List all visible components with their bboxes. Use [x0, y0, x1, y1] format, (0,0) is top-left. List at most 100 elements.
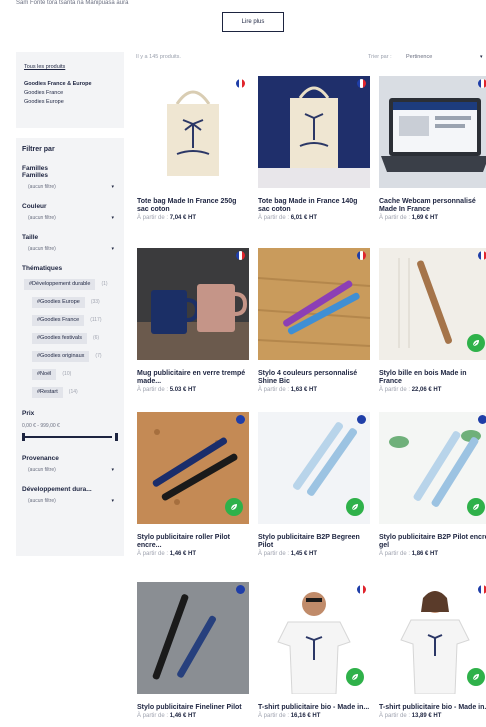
chevron-down-icon[interactable]: ▾ — [480, 54, 483, 60]
product-name[interactable]: Stylo bille en bois Made in France — [379, 370, 486, 386]
tag-goodies-france[interactable]: #Goodies France — [32, 314, 85, 326]
chevron-down-icon: ▾ — [111, 498, 114, 504]
product-name[interactable]: Stylo publicitaire B2P Pilot encre gel — [379, 534, 486, 550]
sort-select[interactable]: Pertinence — [406, 54, 432, 60]
chevron-down-icon: ▾ — [111, 184, 114, 190]
tag-developpement-durable[interactable]: #Développement durable — [24, 278, 96, 290]
price-value: 22,06 € HT — [411, 387, 442, 393]
product-price: À partir de : 1,45 € HT — [258, 551, 370, 557]
france-flag-icon — [236, 251, 245, 260]
product-price: À partir de : 1,86 € HT — [379, 551, 486, 557]
product-price: À partir de : 13,89 € HT — [379, 713, 486, 719]
familles-label: Familles Familles — [22, 165, 49, 179]
developpement-select[interactable]: (aucun filtre) ▾ — [28, 498, 116, 508]
product-name[interactable]: Stylo publicitaire B2P Begreen Pilot — [258, 534, 370, 550]
price-prefix: À partir de : — [379, 713, 411, 719]
product-image[interactable] — [137, 76, 249, 188]
familles-select[interactable]: (aucun filtre) ▾ — [28, 184, 116, 194]
product-image[interactable] — [258, 248, 370, 360]
product-card[interactable]: Stylo bille en bois Made in France À part… — [379, 248, 486, 393]
product-name[interactable]: Stylo 4 couleurs personnalisé Shine Bic — [258, 370, 370, 386]
tag-noel[interactable]: #Noël — [32, 368, 57, 380]
thematiques-label: Thématiques — [22, 265, 63, 272]
product-name[interactable]: T-shirt publicitaire bio - Made in... — [379, 704, 486, 712]
tag-goodies-originaux[interactable]: #Goodies originaux — [32, 350, 90, 362]
price-slider[interactable] — [22, 433, 118, 441]
provenance-label: Provenance — [22, 455, 59, 462]
price-value: 1,46 € HT — [169, 551, 197, 557]
product-image[interactable] — [379, 76, 486, 188]
product-card[interactable]: T-shirt publicitaire bio - Made in... À p… — [258, 582, 370, 719]
price-value: 1,86 € HT — [411, 551, 439, 557]
tag-restart[interactable]: #Restart — [32, 386, 63, 398]
product-price: À partir de : 5.03 € HT — [137, 387, 249, 393]
product-image[interactable] — [379, 412, 486, 524]
product-image[interactable] — [379, 248, 486, 360]
category-all-link[interactable]: Tous les produits — [24, 64, 116, 70]
price-prefix: À partir de : — [137, 551, 169, 557]
product-card[interactable]: Stylo publicitaire B2P Begreen Pilot À pa… — [258, 412, 370, 557]
read-more-button[interactable]: Lire plus — [222, 12, 284, 32]
couleur-select[interactable]: (aucun filtre) ▾ — [28, 215, 116, 225]
price-prefix: À partir de : — [137, 713, 169, 719]
price-slider-min-handle[interactable] — [22, 433, 25, 441]
tag-count: (10) — [62, 371, 72, 377]
product-image[interactable] — [258, 412, 370, 524]
product-card[interactable]: Stylo publicitaire roller Pilot encre...… — [137, 412, 249, 557]
product-image[interactable] — [379, 582, 486, 694]
filter-panel: Filtrer par Familles Familles (aucun fil… — [16, 138, 124, 556]
chevron-down-icon: ▾ — [111, 246, 114, 252]
product-image[interactable] — [258, 76, 370, 188]
price-prefix: À partir de : — [258, 713, 290, 719]
product-name[interactable]: Stylo publicitaire roller Pilot encre... — [137, 534, 249, 550]
price-slider-max-handle[interactable] — [115, 433, 118, 441]
product-count: Il y a 145 produits. — [136, 54, 181, 60]
product-image[interactable] — [137, 248, 249, 360]
provenance-select[interactable]: (aucun filtre) ▾ — [28, 467, 116, 477]
price-prefix: À partir de : — [258, 215, 290, 221]
tag-goodies-festivals[interactable]: #Goodies festivals — [32, 332, 87, 344]
tag-count: (1) — [101, 281, 108, 287]
brand-badge-icon — [236, 415, 245, 424]
category-goodies-europe[interactable]: Goodies Europe — [24, 98, 116, 107]
brand-badge-icon — [478, 415, 486, 424]
eco-leaf-icon — [467, 498, 485, 516]
category-goodies-france-europe[interactable]: Goodies France & Europe — [24, 80, 116, 89]
product-price: À partir de : 1,69 € HT — [379, 215, 486, 221]
product-name[interactable]: Stylo publicitaire Fineliner Pilot — [137, 704, 249, 712]
product-name[interactable]: T-shirt publicitaire bio - Made in... — [258, 704, 370, 712]
product-image[interactable] — [258, 582, 370, 694]
chevron-down-icon: ▾ — [111, 467, 114, 473]
product-name[interactable]: Cache Webcam personnalisé Made In France — [379, 198, 486, 214]
product-card[interactable]: Cache Webcam personnalisé Made In France… — [379, 76, 486, 221]
product-card[interactable]: Mug publicitaire en verre trempé made...… — [137, 248, 249, 393]
product-image[interactable] — [137, 582, 249, 694]
price-prefix: À partir de : — [258, 551, 290, 557]
product-card[interactable]: Stylo publicitaire B2P Pilot encre gel À … — [379, 412, 486, 557]
product-price: À partir de : 7,04 € HT — [137, 215, 249, 221]
product-card[interactable]: Stylo publicitaire Fineliner Pilot À part… — [137, 582, 249, 719]
price-value: 1,45 € HT — [290, 551, 318, 557]
brand-badge-icon — [236, 585, 245, 594]
product-card[interactable]: Tote bag Made In France 250g sac coton À … — [137, 76, 249, 221]
france-flag-icon — [478, 79, 486, 88]
taille-select[interactable]: (aucun filtre) ▾ — [28, 246, 116, 256]
product-price: À partir de : 1,63 € HT — [258, 387, 370, 393]
price-prefix: À partir de : — [379, 215, 411, 221]
product-name[interactable]: Tote bag Made In France 250g sac coton — [137, 198, 249, 214]
price-value: 5.03 € HT — [169, 387, 197, 393]
eco-leaf-icon — [346, 498, 364, 516]
product-card[interactable]: Stylo 4 couleurs personnalisé Shine Bic À… — [258, 248, 370, 393]
category-goodies-france[interactable]: Goodies France — [24, 89, 116, 98]
product-name[interactable]: Tote bag Made in France 140g sac coton — [258, 198, 370, 214]
price-value: 16,16 € HT — [290, 713, 321, 719]
product-name[interactable]: Mug publicitaire en verre trempé made... — [137, 370, 249, 386]
price-prefix: À partir de : — [379, 387, 411, 393]
product-card[interactable]: T-shirt publicitaire bio - Made in... À p… — [379, 582, 486, 719]
product-image[interactable] — [137, 412, 249, 524]
tag-goodies-europe[interactable]: #Goodies Europe — [32, 296, 85, 308]
france-flag-icon — [357, 79, 366, 88]
eco-leaf-icon — [225, 498, 243, 516]
tag-count: (14) — [68, 389, 78, 395]
product-card[interactable]: Tote bag Made in France 140g sac coton À … — [258, 76, 370, 221]
